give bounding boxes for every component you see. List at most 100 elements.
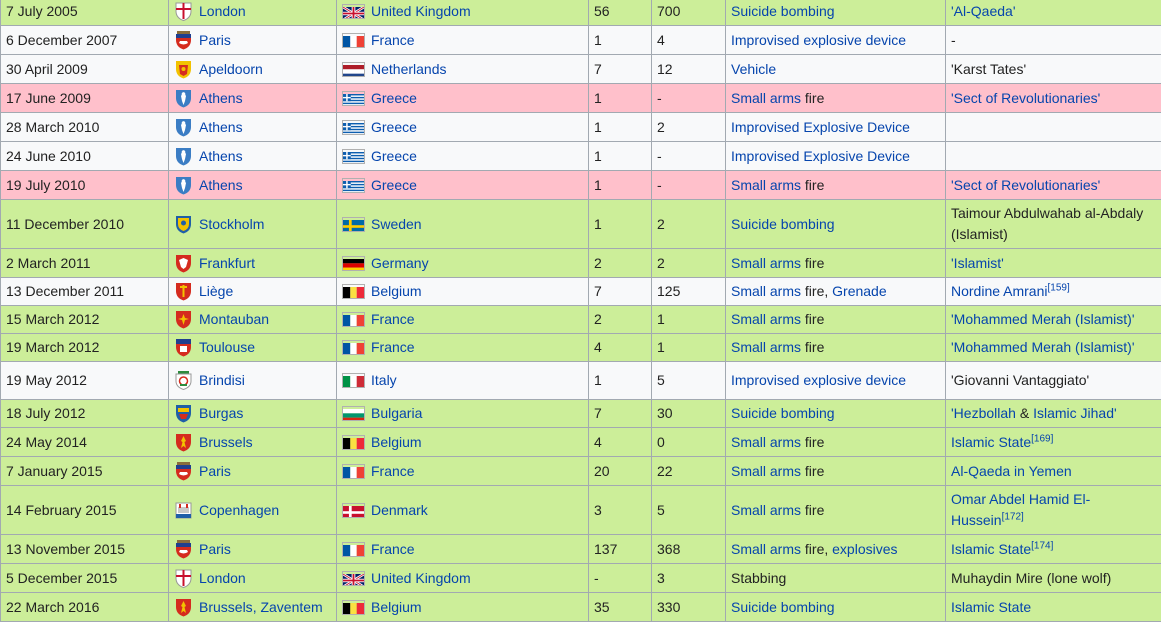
- country-link[interactable]: Greece: [371, 117, 417, 138]
- liege-coat-of-arms-icon[interactable]: [174, 282, 193, 301]
- country-link[interactable]: Greece: [371, 146, 417, 167]
- method-link[interactable]: Small arms: [731, 177, 801, 193]
- perpetrator-link[interactable]: Nordine Amrani: [951, 283, 1048, 299]
- copenhagen-coat-of-arms-icon[interactable]: [174, 501, 193, 520]
- city-link[interactable]: Stockholm: [199, 214, 264, 235]
- apeldoorn-coat-of-arms-icon[interactable]: [174, 60, 193, 79]
- country-link[interactable]: Greece: [371, 88, 417, 109]
- city-link[interactable]: London: [199, 568, 246, 589]
- country-link[interactable]: Denmark: [371, 500, 428, 521]
- country-link[interactable]: Belgium: [371, 597, 422, 618]
- country-link[interactable]: Germany: [371, 253, 429, 274]
- country-link[interactable]: Belgium: [371, 281, 422, 302]
- paris-coat-of-arms-icon[interactable]: [174, 539, 193, 559]
- country-link[interactable]: Belgium: [371, 432, 422, 453]
- stockholm-coat-of-arms-icon[interactable]: [174, 215, 193, 234]
- paris-coat-of-arms-icon[interactable]: [174, 461, 193, 481]
- city-link[interactable]: Burgas: [199, 403, 243, 424]
- method-link[interactable]: Small arms: [731, 283, 801, 299]
- method-link[interactable]: Improvised explosive device: [731, 372, 906, 388]
- city-link[interactable]: Paris: [199, 539, 231, 560]
- perpetrator-link[interactable]: 'Islamist': [951, 255, 1004, 271]
- city-link[interactable]: Copenhagen: [199, 500, 279, 521]
- perpetrator-link[interactable]: 'Mohammed Merah (Islamist)': [951, 339, 1135, 355]
- city-link[interactable]: Brindisi: [199, 370, 245, 391]
- perpetrator-link[interactable]: Islamic Jihad': [1033, 405, 1117, 421]
- city-link[interactable]: London: [199, 1, 246, 22]
- method-link[interactable]: Vehicle: [731, 61, 776, 77]
- country-link[interactable]: United Kingdom: [371, 568, 471, 589]
- perpetrator-link[interactable]: 'Sect of Revolutionaries': [951, 177, 1100, 193]
- method-link[interactable]: Improvised Explosive Device: [731, 119, 910, 135]
- london-coat-of-arms-icon[interactable]: [174, 2, 193, 21]
- city-link[interactable]: Athens: [199, 146, 243, 167]
- city-link[interactable]: Paris: [199, 30, 231, 51]
- citation-link[interactable]: [172]: [1002, 511, 1024, 522]
- brussels-coat-of-arms-icon[interactable]: [174, 598, 193, 617]
- athens-coat-of-arms-icon[interactable]: [174, 176, 193, 195]
- country-link[interactable]: Bulgaria: [371, 403, 422, 424]
- perpetrator-link[interactable]: Islamic State: [951, 434, 1031, 450]
- brussels-coat-of-arms-icon[interactable]: [174, 433, 193, 452]
- city-link[interactable]: Montauban: [199, 309, 269, 330]
- method-link[interactable]: Small arms: [731, 502, 801, 518]
- perpetrator-link[interactable]: Al-Qaeda in Yemen: [951, 463, 1072, 479]
- city-link[interactable]: Athens: [199, 175, 243, 196]
- frankfurt-coat-of-arms-icon[interactable]: [174, 254, 193, 273]
- country-link[interactable]: Greece: [371, 175, 417, 196]
- method-link[interactable]: Suicide bombing: [731, 405, 835, 421]
- country-link[interactable]: France: [371, 461, 415, 482]
- montauban-coat-of-arms-icon[interactable]: [174, 310, 193, 329]
- perpetrator-link[interactable]: 'Hezbollah: [951, 405, 1016, 421]
- method-link[interactable]: Suicide bombing: [731, 3, 835, 19]
- perpetrator-link[interactable]: 'Al-Qaeda': [951, 3, 1016, 19]
- brindisi-coat-of-arms-icon[interactable]: [174, 371, 193, 391]
- method-link[interactable]: Small arms: [731, 311, 801, 327]
- city-link[interactable]: Frankfurt: [199, 253, 255, 274]
- london-coat-of-arms-icon[interactable]: [174, 569, 193, 588]
- method-link[interactable]: Small arms: [731, 339, 801, 355]
- country-link[interactable]: United Kingdom: [371, 1, 471, 22]
- citation-link[interactable]: [169]: [1031, 433, 1053, 444]
- city-link[interactable]: Athens: [199, 88, 243, 109]
- athens-coat-of-arms-icon[interactable]: [174, 147, 193, 166]
- city-link[interactable]: Brussels: [199, 432, 253, 453]
- method-link[interactable]: Improvised explosive device: [731, 32, 906, 48]
- city-link[interactable]: Paris: [199, 461, 231, 482]
- city-link[interactable]: Toulouse: [199, 337, 255, 358]
- city-link[interactable]: Athens: [199, 117, 243, 138]
- method-link[interactable]: Suicide bombing: [731, 216, 835, 232]
- citation-link[interactable]: [174]: [1031, 540, 1053, 551]
- paris-coat-of-arms-icon[interactable]: [174, 30, 193, 50]
- perpetrator-link[interactable]: Omar Abdel Hamid El-Hussein: [951, 491, 1090, 528]
- country-link[interactable]: Sweden: [371, 214, 422, 235]
- method-link[interactable]: explosives: [832, 541, 897, 557]
- athens-coat-of-arms-icon[interactable]: [174, 89, 193, 108]
- method-link[interactable]: Small arms: [731, 463, 801, 479]
- method-link[interactable]: Improvised Explosive Device: [731, 148, 910, 164]
- country-link[interactable]: France: [371, 337, 415, 358]
- country-link[interactable]: Netherlands: [371, 59, 447, 80]
- city-link[interactable]: Zaventem: [260, 597, 322, 618]
- citation-link[interactable]: [159]: [1048, 282, 1070, 293]
- athens-coat-of-arms-icon[interactable]: [174, 118, 193, 137]
- method-link[interactable]: Grenade: [832, 283, 886, 299]
- method-link[interactable]: Small arms: [731, 434, 801, 450]
- burgas-coat-of-arms-icon[interactable]: [174, 404, 193, 423]
- perpetrator-link[interactable]: Islamic State: [951, 541, 1031, 557]
- city-link[interactable]: Brussels: [199, 597, 253, 618]
- country-link[interactable]: France: [371, 539, 415, 560]
- method-link[interactable]: Small arms: [731, 541, 801, 557]
- city-link[interactable]: Liège: [199, 281, 233, 302]
- city-link[interactable]: Apeldoorn: [199, 59, 263, 80]
- country-link[interactable]: Italy: [371, 370, 397, 391]
- method-link[interactable]: Small arms: [731, 90, 801, 106]
- toulouse-coat-of-arms-icon[interactable]: [174, 338, 193, 357]
- perpetrator-link[interactable]: 'Mohammed Merah (Islamist)': [951, 311, 1135, 327]
- country-link[interactable]: France: [371, 309, 415, 330]
- perpetrator-link[interactable]: Islamic State: [951, 599, 1031, 615]
- perpetrator-link[interactable]: 'Sect of Revolutionaries': [951, 90, 1100, 106]
- method-link[interactable]: Small arms: [731, 255, 801, 271]
- country-link[interactable]: France: [371, 30, 415, 51]
- method-link[interactable]: Suicide bombing: [731, 599, 835, 615]
